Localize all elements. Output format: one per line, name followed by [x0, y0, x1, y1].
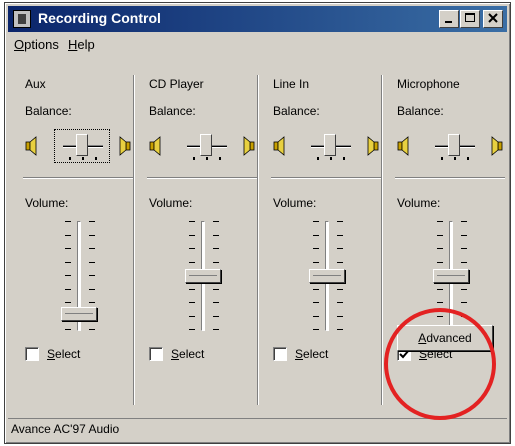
select-accel: S: [47, 347, 56, 361]
volume-label: Volume:: [273, 196, 317, 210]
menu-help[interactable]: Help: [68, 37, 95, 52]
maximize-icon: [465, 13, 475, 22]
column-separator: [381, 75, 383, 405]
balance-thumb[interactable]: [200, 134, 212, 156]
select-checkbox[interactable]: [25, 347, 39, 361]
speaker-right-icon: [489, 136, 503, 159]
advanced-label: dvanced: [426, 331, 472, 345]
recording-control-window: Recording Control Options Help Aux Balanc…: [4, 2, 511, 444]
balance-slider[interactable]: [23, 129, 133, 163]
speaker-right-icon: [241, 136, 255, 159]
advanced-button[interactable]: Advanced: [397, 325, 493, 351]
balance-thumb[interactable]: [324, 134, 336, 156]
title-bar[interactable]: Recording Control: [8, 6, 507, 32]
maximize-button[interactable]: [460, 10, 480, 28]
menu-help-accel: H: [68, 37, 78, 52]
menu-options-accel: O: [14, 37, 25, 52]
speaker-left-icon: [397, 136, 411, 159]
volume-thumb[interactable]: [61, 307, 97, 321]
select-checkbox[interactable]: [273, 347, 287, 361]
select-label: elect: [303, 347, 329, 361]
channel-name: Line In: [273, 77, 310, 91]
balance-ticks: [193, 157, 221, 160]
section-divider: [395, 177, 505, 179]
select-accel: S: [295, 347, 304, 361]
balance-slider[interactable]: [147, 129, 257, 163]
volume-label: Volume:: [149, 196, 193, 210]
channel-line-in: Line In Balance: Volume: Select: [257, 61, 385, 411]
menu-bar: Options Help: [8, 33, 507, 57]
column-separator: [257, 75, 259, 405]
balance-ticks: [317, 157, 345, 160]
section-divider: [147, 177, 257, 179]
status-bar: Avance AC'97 Audio: [8, 418, 507, 440]
minimize-icon: [445, 21, 452, 23]
close-icon: [488, 13, 498, 23]
balance-ticks: [69, 157, 97, 160]
volume-thumb[interactable]: [433, 269, 469, 283]
section-divider: [23, 177, 133, 179]
column-separator: [133, 75, 135, 405]
select-accel: S: [171, 347, 180, 361]
speaker-left-icon: [273, 136, 287, 159]
select-checkbox[interactable]: [149, 347, 163, 361]
section-divider: [271, 177, 381, 179]
menu-options[interactable]: Options: [14, 37, 59, 52]
mixer-panel: Aux Balance: Volume: Select CD Player Balance…: [13, 61, 505, 411]
status-text: Avance AC'97 Audio: [11, 422, 120, 436]
balance-thumb[interactable]: [76, 134, 88, 156]
volume-label: Volume:: [397, 196, 441, 210]
window-title: Recording Control: [38, 10, 161, 26]
balance-label: Balance:: [273, 104, 320, 118]
channel-name: Aux: [25, 77, 46, 91]
balance-slider[interactable]: [271, 129, 381, 163]
balance-label: Balance:: [25, 104, 72, 118]
speaker-right-icon: [117, 136, 131, 159]
menu-options-label: ptions: [24, 37, 59, 52]
speaker-left-icon: [25, 136, 39, 159]
channel-aux: Aux Balance: Volume: Select: [13, 61, 137, 411]
select-label: elect: [55, 347, 81, 361]
balance-label: Balance:: [397, 104, 444, 118]
balance-slider[interactable]: [395, 129, 505, 163]
mixer-app-icon[interactable]: [13, 10, 31, 28]
menu-help-label: elp: [77, 37, 95, 52]
channel-microphone: Microphone Balance: Volume: Select: [381, 61, 509, 411]
balance-thumb[interactable]: [448, 134, 460, 156]
balance-ticks: [441, 157, 469, 160]
speaker-right-icon: [365, 136, 379, 159]
volume-thumb[interactable]: [309, 269, 345, 283]
select-label: elect: [179, 347, 205, 361]
volume-thumb[interactable]: [185, 269, 221, 283]
channel-name: CD Player: [149, 77, 204, 91]
volume-label: Volume:: [25, 196, 69, 210]
speaker-left-icon: [149, 136, 163, 159]
channel-cd-player: CD Player Balance: Volume: Select: [133, 61, 261, 411]
close-button[interactable]: [483, 10, 503, 28]
minimize-button[interactable]: [439, 10, 459, 28]
channel-name: Microphone: [397, 77, 460, 91]
balance-label: Balance:: [149, 104, 196, 118]
